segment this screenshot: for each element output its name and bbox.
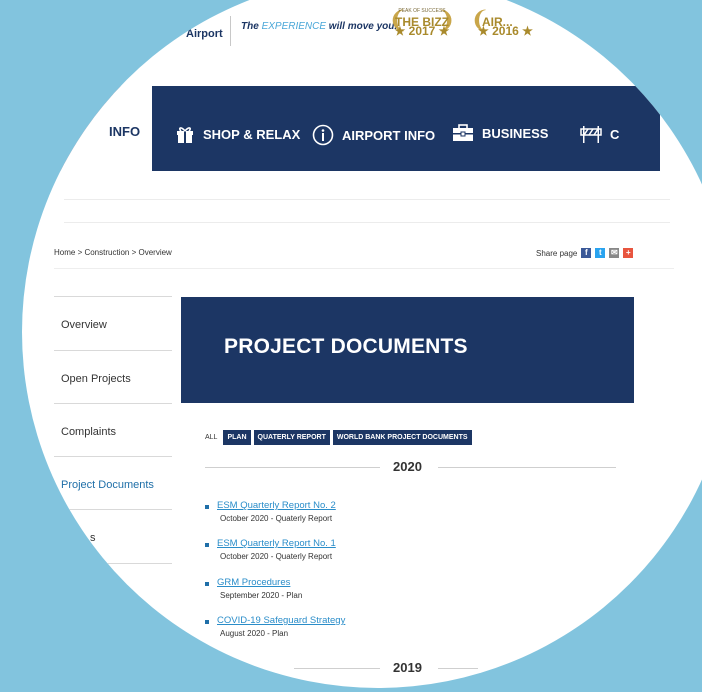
share-label: Share page (536, 248, 578, 258)
year-heading-2019: 2019 (393, 660, 422, 675)
document-meta: October 2020 - Quaterly Report (220, 514, 333, 523)
header-divider (230, 16, 231, 46)
bullet-icon (205, 543, 209, 547)
circular-viewport: Airport The EXPERIENCE will move you. ❨ … (22, 0, 702, 688)
sidebar-item-overview[interactable]: Overview (54, 296, 172, 350)
gift-icon (177, 127, 193, 143)
page-title: PROJECT DOCUMENTS (224, 335, 468, 358)
sub-nav-bar (64, 199, 670, 223)
brand-name[interactable]: Airport (186, 28, 223, 40)
facebook-icon[interactable]: f (581, 248, 592, 258)
slogan: The EXPERIENCE will move you. (241, 21, 398, 32)
document-meta: October 2020 - Quaterly Report (220, 552, 333, 561)
nav-item-shop-relax[interactable]: SHOP & RELAX (175, 124, 300, 144)
document-meta: August 2020 - Plan (220, 629, 289, 638)
twitter-icon[interactable]: t (595, 248, 606, 258)
year-divider-right (438, 668, 478, 669)
sidebar-item-complaints[interactable]: Complaints (54, 403, 172, 457)
document-link[interactable]: ESM Quarterly Report No. 2 (217, 500, 336, 511)
filter-world-bank-documents[interactable]: WORLD BANK PROJECT DOCUMENTS (332, 430, 472, 445)
filter-plan[interactable]: PLAN (223, 430, 251, 445)
sidebar-item-more[interactable]: s (54, 509, 172, 563)
year-divider-right (438, 467, 616, 468)
info-icon (312, 124, 334, 146)
briefcase-icon (453, 124, 473, 141)
filter-all[interactable]: ALL (205, 434, 217, 441)
bullet-icon (205, 620, 209, 624)
plus-share-icon[interactable]: + (623, 248, 634, 258)
barrier-icon (580, 126, 602, 143)
nav-item-business[interactable]: BUSINESS (452, 124, 548, 142)
nav-item-info[interactable]: INFO (109, 124, 140, 139)
year-divider-left (294, 668, 380, 669)
award-badge-2016: ❨ AIR... ★ 2016 ★ (470, 7, 533, 38)
nav-item-construction[interactable]: C (580, 124, 619, 144)
sidebar-item-bottom (54, 563, 172, 565)
document-link[interactable]: COVID-19 Safeguard Strategy (217, 615, 345, 626)
nav-item-airport-info[interactable]: AIRPORT INFO (312, 124, 435, 146)
award-year: ★ 2017 ★ (394, 24, 450, 38)
breadcrumb[interactable]: Home > Construction > Overview (54, 248, 172, 257)
sidebar-item-project-documents[interactable]: Project Documents (54, 456, 172, 510)
sidebar-item-open-projects[interactable]: Open Projects (54, 350, 172, 404)
bullet-icon (205, 582, 209, 586)
document-filters: ALL PLAN QUATERLY REPORT WORLD BANK PROJ… (205, 430, 472, 445)
share-page: Share page f t ✉ + (536, 248, 634, 258)
document-link[interactable]: GRM Procedures (217, 577, 290, 588)
document-meta: September 2020 - Plan (220, 591, 303, 600)
email-icon[interactable]: ✉ (609, 248, 620, 258)
year-divider-left (205, 467, 380, 468)
year-heading-2020: 2020 (393, 459, 422, 474)
divider (54, 268, 674, 269)
filter-quarterly-report[interactable]: QUATERLY REPORT (253, 430, 330, 445)
award-badge-2017: ❨ ❩ PEAK OF SUCCESS THE BIZZ ★ 2017 ★ (388, 7, 456, 38)
document-link[interactable]: ESM Quarterly Report No. 1 (217, 538, 336, 549)
bullet-icon (205, 505, 209, 509)
